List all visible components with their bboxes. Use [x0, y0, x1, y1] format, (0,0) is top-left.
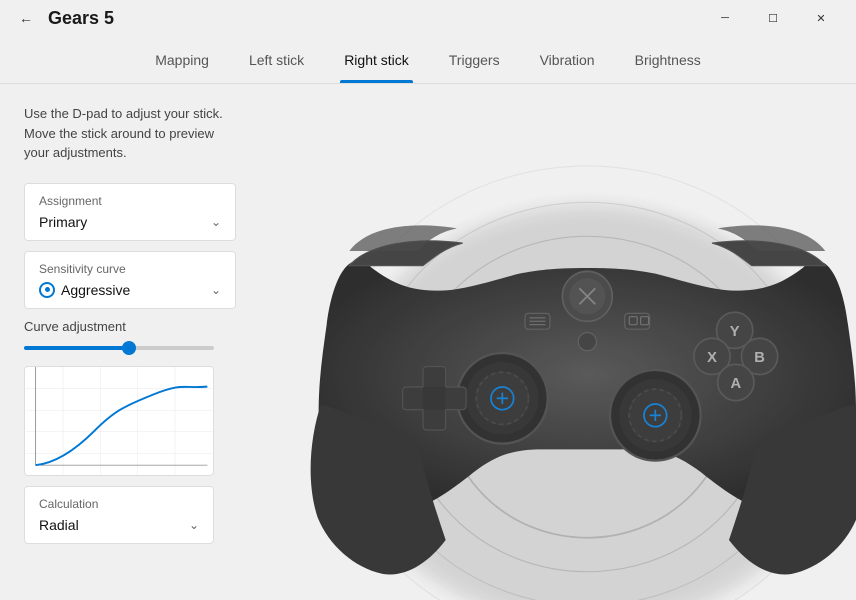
- titlebar: ← Gears 5 ─ ☐ ✕: [0, 0, 856, 36]
- sensitivity-graph: [24, 366, 214, 476]
- slider-thumb[interactable]: [122, 341, 136, 355]
- controller-area: Y X B A: [260, 84, 856, 600]
- sensitivity-curve-value: Aggressive: [61, 282, 130, 298]
- maximize-button[interactable]: ☐: [750, 2, 796, 34]
- svg-text:B: B: [754, 350, 765, 366]
- sensitivity-curve-dropdown[interactable]: Aggressive ⌄: [39, 282, 221, 298]
- sensitivity-curve-icon: [39, 282, 55, 298]
- window-controls: ─ ☐ ✕: [702, 2, 844, 34]
- calculation-chevron-icon: ⌄: [189, 518, 199, 532]
- titlebar-left: ← Gears 5: [12, 4, 114, 32]
- curve-adjustment-section: Curve adjustment: [24, 319, 236, 354]
- close-button[interactable]: ✕: [798, 2, 844, 34]
- svg-text:X: X: [707, 350, 717, 366]
- assignment-dropdown[interactable]: Primary ⌄: [39, 214, 221, 230]
- controller-svg: Y X B A: [260, 84, 856, 600]
- slider-track[interactable]: [24, 346, 214, 350]
- assignment-label: Assignment: [39, 194, 221, 208]
- calculation-dropdown[interactable]: Radial ⌄: [39, 517, 199, 533]
- content-area: Use the D-pad to adjust your stick.Move …: [0, 84, 856, 600]
- curve-adjustment-slider[interactable]: [24, 342, 236, 354]
- left-panel: Use the D-pad to adjust your stick.Move …: [0, 84, 260, 600]
- tab-left-stick[interactable]: Left stick: [245, 36, 308, 83]
- calculation-label: Calculation: [39, 497, 199, 511]
- tab-triggers[interactable]: Triggers: [445, 36, 504, 83]
- sensitivity-curve-chevron-icon: ⌄: [211, 283, 221, 297]
- assignment-value: Primary: [39, 214, 87, 230]
- minimize-button[interactable]: ─: [702, 2, 748, 34]
- calculation-box: Calculation Radial ⌄: [24, 486, 214, 544]
- assignment-box: Assignment Primary ⌄: [24, 183, 236, 241]
- back-button[interactable]: ←: [12, 4, 40, 32]
- assignment-chevron-icon: ⌄: [211, 215, 221, 229]
- app-title: Gears 5: [48, 8, 114, 29]
- controller-image: Y X B A: [260, 84, 856, 600]
- svg-text:Y: Y: [730, 324, 740, 340]
- hint-text: Use the D-pad to adjust your stick.Move …: [24, 104, 236, 163]
- curve-adjustment-label: Curve adjustment: [24, 319, 236, 334]
- calculation-value: Radial: [39, 517, 79, 533]
- tab-right-stick[interactable]: Right stick: [340, 36, 413, 83]
- nav-tabs: Mapping Left stick Right stick Triggers …: [0, 36, 856, 84]
- sensitivity-curve-label: Sensitivity curve: [39, 262, 221, 276]
- tab-vibration[interactable]: Vibration: [536, 36, 599, 83]
- graph-svg: [25, 367, 213, 475]
- svg-text:A: A: [730, 376, 741, 392]
- tab-mapping[interactable]: Mapping: [151, 36, 213, 83]
- tab-brightness[interactable]: Brightness: [631, 36, 705, 83]
- sensitivity-curve-box: Sensitivity curve Aggressive ⌄: [24, 251, 236, 309]
